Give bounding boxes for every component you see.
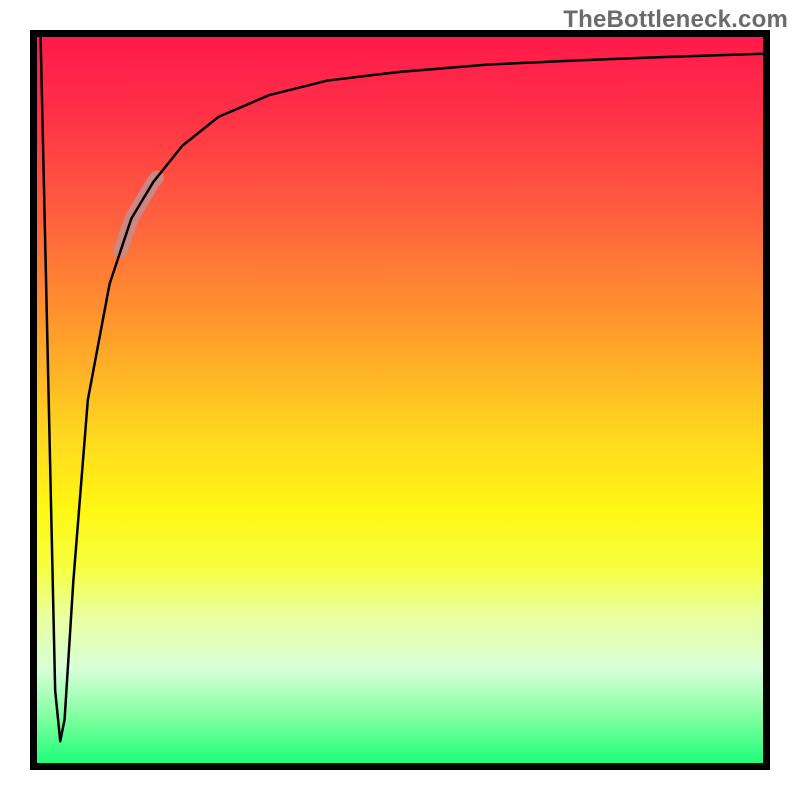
bottleneck-curve-path	[41, 37, 763, 741]
plot-area	[30, 30, 770, 770]
curve-highlight-segment	[120, 178, 156, 252]
curve-svg	[37, 37, 763, 763]
bottleneck-chart: TheBottleneck.com	[0, 0, 800, 800]
